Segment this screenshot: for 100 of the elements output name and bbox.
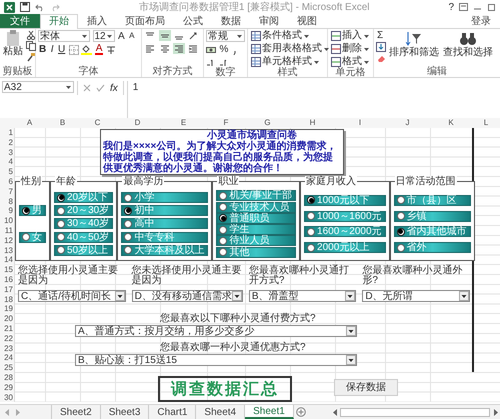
- align-button[interactable]: [173, 43, 185, 54]
- ribbon-tab[interactable]: 插入: [78, 14, 116, 28]
- row-header[interactable]: 2: [0, 138, 14, 148]
- autosum-button[interactable]: Σ: [376, 30, 386, 41]
- styles-menu-button[interactable]: 单元格样式: [250, 56, 325, 67]
- currency-icon[interactable]: [206, 44, 216, 54]
- new-sheet-icon[interactable]: [296, 407, 306, 417]
- row-header[interactable]: 17: [0, 284, 14, 295]
- grow-font-button[interactable]: A: [117, 30, 126, 42]
- ribbon-tab[interactable]: 数据: [212, 14, 250, 28]
- editing-button[interactable]: 排序和筛选: [388, 30, 440, 66]
- bold-button[interactable]: B: [38, 44, 48, 55]
- ribbon-tab[interactable]: 页面布局: [116, 14, 174, 28]
- answer-dropdown[interactable]: D、无所谓: [362, 290, 470, 302]
- clipboard-icon[interactable]: [6, 30, 20, 46]
- spreadsheet-icon[interactable]: [4, 2, 15, 12]
- row-header[interactable]: 1: [0, 128, 14, 138]
- align-button[interactable]: [144, 43, 156, 54]
- ribbon-tab[interactable]: 文件: [0, 14, 40, 28]
- row-header[interactable]: 7: [0, 186, 14, 197]
- row-header[interactable]: 29: [0, 382, 14, 393]
- row-header[interactable]: 14: [0, 255, 14, 266]
- row-header[interactable]: 21: [0, 324, 14, 334]
- copy-icon[interactable]: [26, 41, 36, 51]
- row-header[interactable]: 22: [0, 334, 14, 344]
- eraser-icon[interactable]: [376, 53, 386, 63]
- answer-dropdown[interactable]: B、滑盖型: [248, 290, 356, 302]
- align-button[interactable]: [158, 43, 170, 54]
- caret-icon[interactable]: [65, 83, 72, 91]
- paste-button[interactable]: 粘贴: [2, 46, 24, 57]
- editing-button[interactable]: 查找和选择: [442, 30, 494, 66]
- check-icon[interactable]: [96, 84, 105, 92]
- scroll-left-icon[interactable]: [332, 408, 338, 416]
- column-header[interactable]: E: [160, 118, 207, 128]
- column-header[interactable]: B: [45, 118, 80, 128]
- maximize-icon[interactable]: [487, 3, 496, 11]
- row-header[interactable]: 30: [0, 392, 14, 402]
- underline-button[interactable]: U: [57, 44, 66, 55]
- sheet-tab[interactable]: Sheet3: [100, 405, 150, 419]
- scroll-right-icon[interactable]: [492, 408, 498, 416]
- row-header[interactable]: 15: [0, 265, 14, 275]
- save-icon[interactable]: [20, 2, 30, 12]
- insert-function-button[interactable]: fx: [110, 82, 118, 94]
- align-button[interactable]: [158, 30, 170, 41]
- row-header[interactable]: 8: [0, 196, 14, 206]
- column-header[interactable]: C: [80, 118, 115, 128]
- save-button[interactable]: 保存数据: [334, 379, 398, 396]
- row-header[interactable]: 12: [0, 236, 14, 246]
- column-header[interactable]: I: [335, 118, 385, 128]
- column-header[interactable]: L: [472, 118, 500, 128]
- phonetic-icon[interactable]: [106, 44, 116, 54]
- ribbon-tab[interactable]: 视图: [288, 14, 326, 28]
- column-header[interactable]: H: [290, 118, 335, 128]
- fill-color-icon[interactable]: [81, 44, 92, 55]
- italic-button[interactable]: I: [50, 44, 55, 55]
- row-header[interactable]: 13: [0, 246, 14, 256]
- ribbon-tab[interactable]: 公式: [174, 14, 212, 28]
- column-header[interactable]: A: [14, 118, 45, 128]
- row-header[interactable]: 16: [0, 274, 14, 285]
- caret-icon[interactable]: [106, 32, 113, 40]
- percent-button[interactable]: %: [218, 44, 230, 55]
- sheet-tab[interactable]: Chart1: [149, 405, 196, 419]
- caret-icon[interactable]: [236, 32, 243, 40]
- row-header[interactable]: 24: [0, 353, 14, 364]
- row-header[interactable]: 4: [0, 157, 14, 168]
- row-header[interactable]: 19: [0, 304, 14, 314]
- row-header[interactable]: 9: [0, 206, 14, 216]
- ribbon-display-icon[interactable]: [459, 3, 468, 11]
- column-header[interactable]: J: [385, 118, 430, 128]
- row-header[interactable]: 28: [0, 372, 14, 383]
- sheet-tab[interactable]: Sheet2: [52, 405, 101, 419]
- ribbon-tab[interactable]: 开始: [40, 14, 78, 29]
- column-header[interactable]: K: [430, 118, 472, 128]
- answer-dropdown[interactable]: C、通话/待机时间长: [18, 290, 126, 302]
- font-size-dropdown[interactable]: 12: [92, 30, 114, 42]
- cells-menu-button[interactable]: 删除: [330, 43, 371, 54]
- answer-dropdown[interactable]: D、没有移动通信需求: [132, 290, 243, 302]
- row-header[interactable]: 18: [0, 294, 14, 304]
- row-header[interactable]: 10: [0, 216, 14, 226]
- cells-menu-button[interactable]: 格式: [330, 56, 371, 67]
- font-name-dropdown[interactable]: 宋体: [38, 30, 90, 42]
- name-box[interactable]: A32: [2, 81, 74, 93]
- row-header[interactable]: 3: [0, 148, 14, 158]
- scrollbar-thumb[interactable]: [340, 408, 490, 416]
- cells-menu-button[interactable]: 插入: [330, 30, 371, 41]
- sign-in-link[interactable]: 登录: [462, 14, 500, 28]
- decrease-decimal-icon[interactable]: [218, 57, 228, 67]
- borders-icon[interactable]: [68, 44, 79, 54]
- indent-icon[interactable]: [188, 44, 198, 54]
- format-painter-icon[interactable]: [26, 52, 36, 62]
- styles-menu-button[interactable]: 条件格式: [250, 30, 325, 41]
- ribbon-tab[interactable]: 审阅: [250, 14, 288, 28]
- row-header[interactable]: 6: [0, 176, 14, 187]
- text-orientation-icon[interactable]: [188, 30, 198, 40]
- column-header[interactable]: G: [245, 118, 290, 128]
- sheet-tab[interactable]: Sheet1: [245, 405, 294, 419]
- column-header[interactable]: D: [115, 118, 160, 128]
- undo-icon[interactable]: [35, 2, 45, 12]
- number-format-dropdown[interactable]: 常规: [206, 30, 245, 42]
- column-header[interactable]: F: [207, 118, 245, 128]
